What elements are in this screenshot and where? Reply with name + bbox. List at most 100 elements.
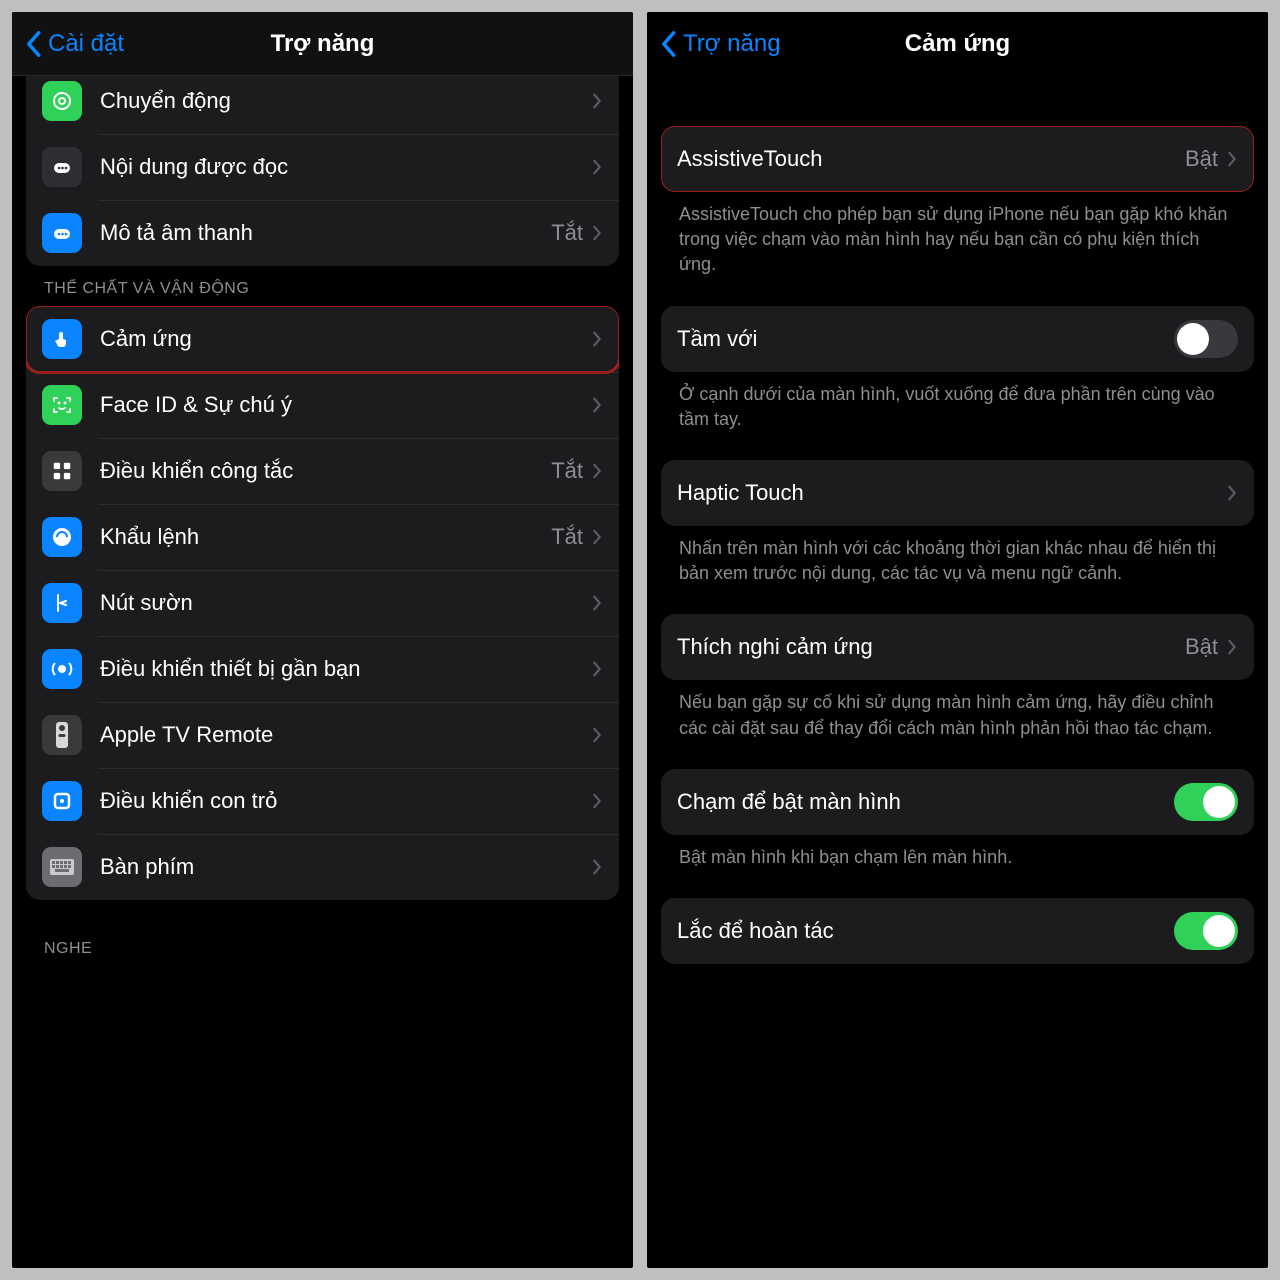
- chevron-right-icon: [591, 660, 603, 678]
- footer-assistive: AssistiveTouch cho phép bạn sử dụng iPho…: [679, 202, 1236, 278]
- back-label: Cài đặt: [48, 30, 124, 58]
- right-content: AssistiveTouch Bật AssistiveTouch cho ph…: [647, 76, 1268, 964]
- chevron-right-icon: [1226, 638, 1238, 656]
- touch-icon: [42, 319, 82, 359]
- row-voice-control[interactable]: Khẩu lệnh Tắt: [26, 504, 619, 570]
- nearby-icon: [42, 649, 82, 689]
- row-side-button[interactable]: Nút sườn: [26, 570, 619, 636]
- row-spoken[interactable]: Nội dung được đọc: [26, 134, 619, 200]
- back-button[interactable]: Trợ năng: [659, 30, 781, 58]
- chevron-left-icon: [659, 30, 677, 58]
- footer-tap-wake: Bật màn hình khi bạn chạm lên màn hình.: [679, 845, 1236, 870]
- row-tap-to-wake[interactable]: Chạm để bật màn hình: [661, 769, 1254, 835]
- chevron-right-icon: [1226, 484, 1238, 502]
- label: Điều khiển con trỏ: [100, 788, 591, 814]
- group-haptic: Haptic Touch: [661, 460, 1254, 526]
- label: Lắc để hoàn tác: [677, 918, 1174, 944]
- label: Bàn phím: [100, 854, 591, 880]
- chevron-right-icon: [591, 726, 603, 744]
- chevron-right-icon: [591, 528, 603, 546]
- switch-icon: [42, 451, 82, 491]
- label: Điều khiển thiết bị gần bạn: [100, 656, 591, 682]
- group-reachability: Tầm với: [661, 306, 1254, 372]
- label: Haptic Touch: [677, 480, 1226, 506]
- label: Khẩu lệnh: [100, 524, 551, 550]
- chevron-left-icon: [24, 30, 42, 58]
- row-shake-to-undo[interactable]: Lắc để hoàn tác: [661, 898, 1254, 964]
- chevron-right-icon: [591, 224, 603, 242]
- row-haptic-touch[interactable]: Haptic Touch: [661, 460, 1254, 526]
- row-touch[interactable]: Cảm ứng: [26, 306, 619, 372]
- footer-haptic: Nhấn trên màn hình với các khoảng thời g…: [679, 536, 1236, 586]
- row-faceid[interactable]: Face ID & Sự chú ý: [26, 372, 619, 438]
- group-general: Chuyển động Nội dung được đọc Mô tả âm t…: [26, 68, 619, 266]
- footer-touch-accom: Nếu bạn gặp sự cố khi sử dụng màn hình c…: [679, 690, 1236, 740]
- row-tv-remote[interactable]: Apple TV Remote: [26, 702, 619, 768]
- row-touch-accommodation[interactable]: Thích nghi cảm ứng Bật: [661, 614, 1254, 680]
- chevron-right-icon: [591, 396, 603, 414]
- spoken-icon: [42, 147, 82, 187]
- phone-right: Trợ năng Cảm ứng AssistiveTouch Bật Assi…: [647, 12, 1268, 1268]
- group-tap-wake: Chạm để bật màn hình: [661, 769, 1254, 835]
- label: Mô tả âm thanh: [100, 220, 551, 246]
- left-content: Chuyển động Nội dung được đọc Mô tả âm t…: [12, 68, 633, 958]
- chevron-right-icon: [591, 594, 603, 612]
- label: Nút sườn: [100, 590, 591, 616]
- side-button-icon: [42, 583, 82, 623]
- value: Bật: [1185, 634, 1218, 660]
- group-assistive: AssistiveTouch Bật: [661, 126, 1254, 192]
- row-switch-control[interactable]: Điều khiển công tắc Tắt: [26, 438, 619, 504]
- back-label: Trợ năng: [683, 30, 781, 58]
- value: Bật: [1185, 146, 1218, 172]
- label: Cảm ứng: [100, 326, 591, 352]
- label: Chuyển động: [100, 88, 591, 114]
- section-header-physical: THỂ CHẤT VÀ VẬN ĐỘNG: [44, 280, 615, 298]
- chevron-right-icon: [591, 330, 603, 348]
- phone-left: Cài đặt Trợ năng Chuyển động Nội dung đư…: [12, 12, 633, 1268]
- chevron-right-icon: [591, 158, 603, 176]
- section-header-hearing: NGHE: [44, 940, 615, 958]
- label: AssistiveTouch: [677, 146, 1185, 172]
- row-pointer[interactable]: Điều khiển con trỏ: [26, 768, 619, 834]
- page-title: Trợ năng: [271, 30, 375, 58]
- tv-remote-icon: [42, 715, 82, 755]
- chevron-right-icon: [591, 792, 603, 810]
- voice-icon: [42, 517, 82, 557]
- value: Tắt: [551, 220, 583, 246]
- label: Tầm với: [677, 326, 1174, 352]
- row-reachability[interactable]: Tầm với: [661, 306, 1254, 372]
- label: Face ID & Sự chú ý: [100, 392, 591, 418]
- value: Tắt: [551, 524, 583, 550]
- faceid-icon: [42, 385, 82, 425]
- back-button[interactable]: Cài đặt: [24, 30, 124, 58]
- group-shake-undo: Lắc để hoàn tác: [661, 898, 1254, 964]
- chevron-right-icon: [1226, 150, 1238, 168]
- row-assistive-touch[interactable]: AssistiveTouch Bật: [661, 126, 1254, 192]
- toggle-tap-to-wake[interactable]: [1174, 783, 1238, 821]
- row-nearby[interactable]: Điều khiển thiết bị gần bạn: [26, 636, 619, 702]
- label: Nội dung được đọc: [100, 154, 591, 180]
- chevron-right-icon: [591, 92, 603, 110]
- group-physical: Cảm ứng Face ID & Sự chú ý Điều khiển cô…: [26, 306, 619, 900]
- audio-desc-icon: [42, 213, 82, 253]
- label: Chạm để bật màn hình: [677, 789, 1174, 815]
- label: Thích nghi cảm ứng: [677, 634, 1185, 660]
- row-audio-desc[interactable]: Mô tả âm thanh Tắt: [26, 200, 619, 266]
- navbar-left: Cài đặt Trợ năng: [12, 12, 633, 76]
- row-motion[interactable]: Chuyển động: [26, 68, 619, 134]
- keyboard-icon: [42, 847, 82, 887]
- pointer-icon: [42, 781, 82, 821]
- row-keyboard[interactable]: Bàn phím: [26, 834, 619, 900]
- value: Tắt: [551, 458, 583, 484]
- toggle-reachability[interactable]: [1174, 320, 1238, 358]
- chevron-right-icon: [591, 462, 603, 480]
- page-title: Cảm ứng: [905, 30, 1010, 58]
- motion-icon: [42, 81, 82, 121]
- footer-reachability: Ở cạnh dưới của màn hình, vuốt xuống để …: [679, 382, 1236, 432]
- toggle-shake-to-undo[interactable]: [1174, 912, 1238, 950]
- label: Apple TV Remote: [100, 722, 591, 748]
- group-touch-accom: Thích nghi cảm ứng Bật: [661, 614, 1254, 680]
- chevron-right-icon: [591, 858, 603, 876]
- label: Điều khiển công tắc: [100, 458, 551, 484]
- navbar-right: Trợ năng Cảm ứng: [647, 12, 1268, 76]
